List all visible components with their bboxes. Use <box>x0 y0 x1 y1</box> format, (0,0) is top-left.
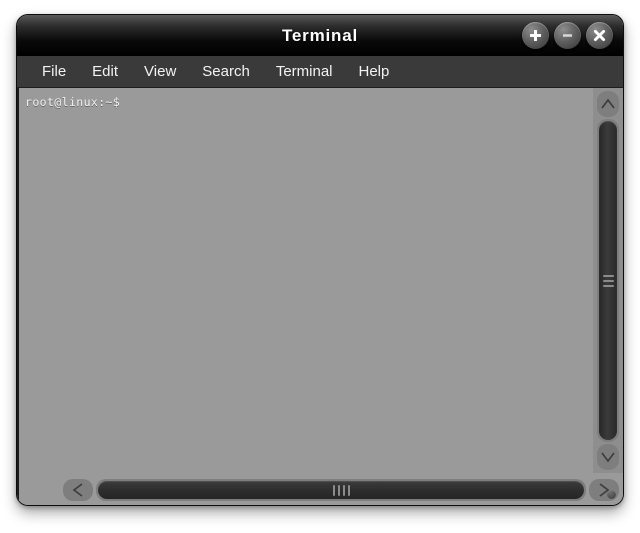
grip-line <box>342 484 345 496</box>
menu-bar: File Edit View Search Terminal Help <box>17 56 623 88</box>
vertical-scroll-thumb[interactable] <box>599 121 617 440</box>
chevron-left-icon <box>72 483 83 497</box>
plus-icon <box>530 30 541 41</box>
window-body: root@linux:~$ <box>17 88 623 505</box>
menu-item-file[interactable]: File <box>29 60 79 83</box>
grip-line <box>337 484 340 496</box>
grip-line <box>602 284 614 287</box>
screen: Terminal File Edit View Search Terminal … <box>0 0 640 533</box>
minus-icon <box>563 34 572 37</box>
grip-line <box>602 274 614 277</box>
scroll-down-button[interactable] <box>597 444 619 470</box>
chevron-down-icon <box>601 452 615 463</box>
menu-item-help[interactable]: Help <box>346 60 403 83</box>
window-resize-grip[interactable] <box>607 490 616 499</box>
close-button[interactable] <box>586 22 613 49</box>
vertical-scrollbar[interactable] <box>593 88 623 473</box>
window-controls <box>522 15 613 56</box>
menu-item-search[interactable]: Search <box>189 60 263 83</box>
horizontal-scroll-thumb[interactable] <box>98 481 584 499</box>
title-bar[interactable]: Terminal <box>17 15 623 56</box>
scroll-up-button[interactable] <box>597 91 619 117</box>
grip-line <box>347 484 350 496</box>
menu-item-edit[interactable]: Edit <box>79 60 131 83</box>
minimize-button[interactable] <box>554 22 581 49</box>
menu-item-view[interactable]: View <box>131 60 189 83</box>
horizontal-scrollbar[interactable] <box>17 473 623 505</box>
maximize-button[interactable] <box>522 22 549 49</box>
scroll-left-button[interactable] <box>63 479 93 501</box>
chevron-up-icon <box>601 98 615 109</box>
horizontal-scroll-trough[interactable] <box>96 479 586 501</box>
terminal-output[interactable]: root@linux:~$ <box>17 88 593 473</box>
terminal-window: Terminal File Edit View Search Terminal … <box>16 14 624 506</box>
grip-line <box>332 484 335 496</box>
terminal-prompt: root@linux:~$ <box>25 95 121 109</box>
grip-line <box>602 279 614 282</box>
vertical-scroll-trough[interactable] <box>597 119 619 442</box>
menu-item-terminal[interactable]: Terminal <box>263 60 346 83</box>
terminal-row: root@linux:~$ <box>17 88 623 473</box>
close-icon <box>593 29 606 42</box>
window-title: Terminal <box>282 25 358 45</box>
